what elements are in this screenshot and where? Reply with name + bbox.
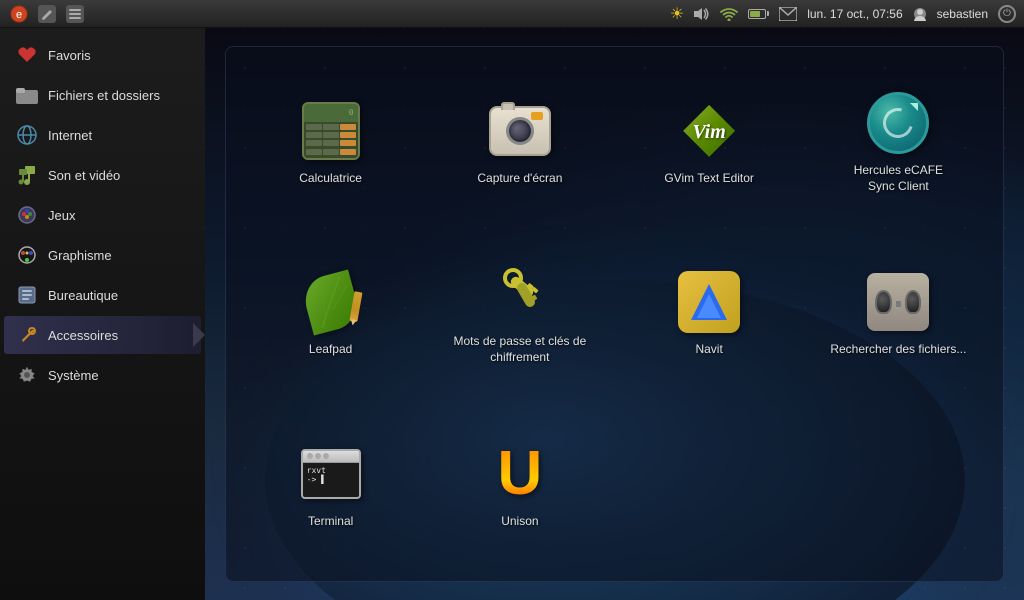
- binoculars-icon: [866, 270, 930, 334]
- app-label-motsdepasse: Mots de passe et clés de chiffrement: [429, 334, 610, 365]
- sidebar-item-favoris[interactable]: Favoris: [4, 36, 201, 74]
- sidebar-label-jeux: Jeux: [48, 208, 75, 223]
- app-label-capture: Capture d'écran: [477, 171, 562, 187]
- sidebar-label-son: Son et vidéo: [48, 168, 120, 183]
- app-label-gvim: GVim Text Editor: [664, 171, 754, 187]
- heart-icon: [16, 44, 38, 66]
- sidebar-label-internet: Internet: [48, 128, 92, 143]
- sidebar-item-graphisme[interactable]: Graphisme: [4, 236, 201, 274]
- keys-icon: [488, 262, 552, 326]
- office-icon: [16, 284, 38, 306]
- wrench-icon: [16, 324, 38, 346]
- sidebar-label-accessoires: Accessoires: [48, 328, 118, 343]
- content-area: 0 Calculatrice: [205, 28, 1024, 600]
- home-icon[interactable]: e: [8, 3, 30, 25]
- app-motsdepasse[interactable]: Mots de passe et clés de chiffrement: [425, 228, 614, 399]
- battery-icon[interactable]: [748, 9, 769, 19]
- sidebar-item-bureautique[interactable]: Bureautique: [4, 276, 201, 314]
- app-gvim[interactable]: Vim GVim Text Editor: [615, 57, 804, 228]
- music-icon: [16, 164, 38, 186]
- app-label-rechercher: Rechercher des fichiers...: [830, 342, 966, 358]
- volume-icon[interactable]: [694, 7, 710, 21]
- brightness-icon[interactable]: ☀: [670, 4, 684, 24]
- topbar-left: e: [8, 3, 86, 25]
- app-rechercher[interactable]: Rechercher des fichiers...: [804, 228, 993, 399]
- app-calculatrice[interactable]: 0 Calculatrice: [236, 57, 425, 228]
- sidebar-label-favoris: Favoris: [48, 48, 91, 63]
- app-label-navit: Navit: [695, 342, 722, 358]
- sidebar-item-systeme[interactable]: Système: [4, 356, 201, 394]
- topbar: e ☀: [0, 0, 1024, 28]
- app-unison[interactable]: U Unison: [425, 400, 614, 571]
- sidebar-label-bureautique: Bureautique: [48, 288, 118, 303]
- app-label-hercules: Hercules eCAFE Sync Client: [854, 163, 943, 194]
- sidebar-item-accessoires[interactable]: Accessoires: [4, 316, 201, 354]
- main-layout: Favoris Fichiers et dossiers Internet: [0, 28, 1024, 600]
- settings-icon[interactable]: [64, 3, 86, 25]
- app-label-terminal: Terminal: [308, 514, 353, 530]
- app-label-leafpad: Leafpad: [309, 342, 352, 358]
- sidebar-item-jeux[interactable]: Jeux: [4, 196, 201, 234]
- sidebar-item-son[interactable]: Son et vidéo: [4, 156, 201, 194]
- folder-icon: [16, 84, 38, 106]
- sidebar-label-fichiers: Fichiers et dossiers: [48, 88, 160, 103]
- topbar-right: ☀: [670, 4, 1016, 24]
- power-button[interactable]: ⏻: [998, 5, 1016, 23]
- sidebar-label-graphisme: Graphisme: [48, 248, 112, 263]
- sidebar: Favoris Fichiers et dossiers Internet: [0, 28, 205, 600]
- app-leafpad[interactable]: Leafpad: [236, 228, 425, 399]
- datetime-display: lun. 17 oct., 07:56: [807, 7, 902, 21]
- email-icon[interactable]: [779, 7, 797, 21]
- gear-icon: [16, 364, 38, 386]
- paint-icon: [16, 244, 38, 266]
- username-display: sebastien: [937, 7, 988, 21]
- sidebar-item-internet[interactable]: Internet: [4, 116, 201, 154]
- app-empty-1: [615, 400, 804, 571]
- app-label-unison: Unison: [501, 514, 538, 530]
- app-navit[interactable]: Navit: [615, 228, 804, 399]
- app-label-calculatrice: Calculatrice: [299, 171, 362, 187]
- app-capture[interactable]: Capture d'écran: [425, 57, 614, 228]
- camera-icon: [488, 99, 552, 163]
- app-hercules[interactable]: Hercules eCAFE Sync Client: [804, 57, 993, 228]
- sidebar-item-fichiers[interactable]: Fichiers et dossiers: [4, 76, 201, 114]
- joystick-icon: [16, 204, 38, 226]
- app-terminal[interactable]: rxvt-> ▌ Terminal: [236, 400, 425, 571]
- navit-icon: [677, 270, 741, 334]
- edit-icon[interactable]: [36, 3, 58, 25]
- user-icon[interactable]: [913, 7, 927, 21]
- sidebar-arrow: [193, 323, 205, 347]
- internet-icon: [16, 124, 38, 146]
- vim-icon: Vim: [677, 99, 741, 163]
- app-panel: 0 Calculatrice: [225, 46, 1004, 582]
- terminal-icon: rxvt-> ▌: [299, 442, 363, 506]
- unison-icon: U: [488, 442, 552, 506]
- app-empty-2: [804, 400, 993, 571]
- wifi-icon[interactable]: [720, 7, 738, 21]
- leafpad-icon: [299, 270, 363, 334]
- sidebar-label-systeme: Système: [48, 368, 99, 383]
- hercules-icon: [866, 91, 930, 155]
- calc-icon: 0: [299, 99, 363, 163]
- svg-text:e: e: [16, 9, 22, 21]
